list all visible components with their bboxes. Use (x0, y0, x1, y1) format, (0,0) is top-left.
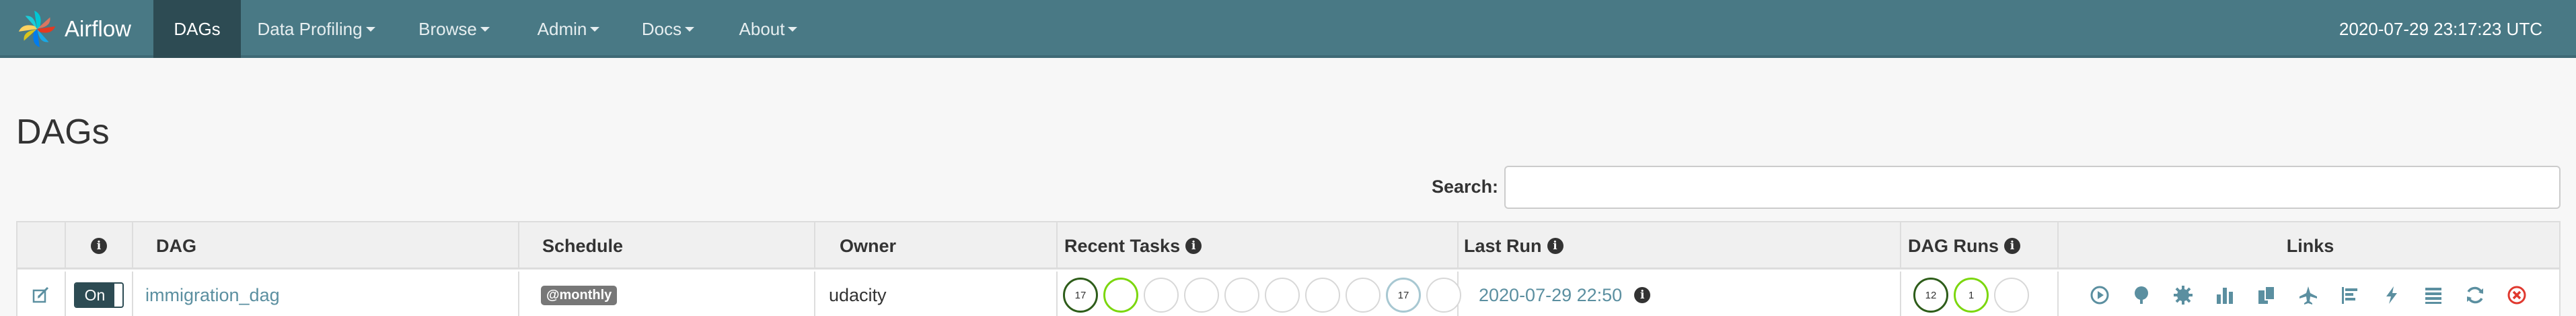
pause-toggle[interactable]: On (73, 282, 124, 308)
state-circle-scheduled[interactable] (1426, 278, 1461, 313)
nav-admin[interactable]: Admin (525, 0, 612, 58)
table-header: i DAG Schedule Owner Recent Tasks i Last… (17, 222, 2559, 270)
recent-tasks-cell: 17 17 (1058, 272, 1461, 316)
header-last-run-label: Last Run (1464, 235, 1542, 256)
caret-down-icon (480, 26, 490, 32)
toggle-cell: On (66, 272, 133, 316)
caret-down-icon (788, 26, 798, 32)
navbar: Airflow DAGs Data Profiling Browse Admin… (0, 0, 2576, 58)
schedule-badge[interactable]: @monthly (541, 285, 618, 305)
header-owner: Owner (815, 222, 1058, 270)
header-last-run: Last Run i (1459, 222, 1901, 270)
header-dag: DAG (133, 222, 519, 270)
dag-link[interactable]: immigration_dag (145, 285, 280, 306)
last-run-link[interactable]: 2020-07-29 22:50 (1479, 285, 1622, 306)
state-circle-running[interactable] (1103, 278, 1138, 313)
brand-text: Airflow (65, 16, 132, 41)
edit-icon[interactable] (32, 286, 50, 305)
header-links: Links (2286, 235, 2334, 256)
nav-dags-label: DAGs (174, 18, 221, 39)
recent-tasks-circles: 17 17 (1063, 278, 1461, 313)
info-icon[interactable]: i (1185, 238, 1202, 254)
state-circle-upstream-failed[interactable] (1184, 278, 1219, 313)
table-row: On immigration_dag @monthly udacity 17 17… (17, 272, 2559, 316)
header-recent-tasks-label: Recent Tasks (1064, 235, 1181, 256)
search-input[interactable] (1504, 166, 2561, 209)
gantt-icon[interactable] (2339, 284, 2361, 307)
code-view-icon[interactable] (2380, 284, 2403, 307)
trigger-dag-icon[interactable] (2088, 284, 2111, 307)
graph-view-icon[interactable] (2172, 284, 2195, 307)
state-circle-skipped[interactable] (1224, 278, 1259, 313)
nav-browse[interactable]: Browse (410, 0, 498, 58)
state-circle-up-for-retry[interactable] (1265, 278, 1300, 313)
header-select (17, 222, 66, 270)
tasks-duration-icon[interactable] (2213, 284, 2236, 307)
dags-table: i DAG Schedule Owner Recent Tasks i Last… (16, 221, 2561, 316)
header-dag-runs-label: DAG Runs (1908, 235, 1999, 256)
info-icon: i (91, 238, 107, 254)
caret-down-icon (365, 26, 375, 32)
search-label: Search: (1432, 177, 1499, 197)
delete-dag-icon[interactable] (2505, 284, 2528, 307)
links-cell (2059, 272, 2559, 316)
toggle-on-label: On (75, 284, 115, 307)
state-circle-running[interactable]: 1 (1954, 278, 1989, 313)
tree-view-icon[interactable] (2130, 284, 2153, 307)
owner-cell: udacity (815, 272, 1058, 316)
landing-times-icon[interactable] (2297, 284, 2320, 307)
nav-docs-label: Docs (641, 18, 682, 39)
dag-runs-circles: 12 1 (1913, 278, 2029, 313)
brand-link[interactable]: Airflow (16, 0, 131, 58)
airflow-logo-icon (18, 10, 56, 48)
header-recent-tasks: Recent Tasks i (1058, 222, 1459, 270)
nav-data-profiling[interactable]: Data Profiling (246, 0, 386, 58)
state-circle-failed[interactable] (1144, 278, 1179, 313)
nav-about[interactable]: About (728, 0, 809, 58)
state-circle-success[interactable]: 12 (1913, 278, 1948, 313)
info-icon[interactable]: i (1547, 238, 1563, 254)
schedule-cell: @monthly (519, 272, 815, 316)
nav-about-label: About (739, 18, 785, 39)
nav-admin-label: Admin (537, 18, 587, 39)
nav-docs[interactable]: Docs (631, 0, 705, 58)
info-icon[interactable]: i (1634, 287, 1651, 303)
utc-clock: 2020-07-29 23:17:23 UTC (2339, 18, 2542, 39)
state-circle-queued[interactable] (1346, 278, 1381, 313)
state-circle-success[interactable]: 17 (1063, 278, 1098, 313)
info-icon[interactable]: i (2004, 238, 2020, 254)
last-run-cell: 2020-07-29 22:50 i (1459, 272, 1901, 316)
header-schedule: Schedule (519, 222, 815, 270)
nav-dags[interactable]: DAGs (153, 0, 241, 58)
state-circle-up-for-reschedule[interactable] (1305, 278, 1340, 313)
dag-cell: immigration_dag (133, 272, 519, 316)
header-dag-runs: DAG Runs i (1901, 222, 2059, 270)
task-tries-icon[interactable] (2255, 284, 2278, 307)
page-title: DAGs (16, 113, 110, 152)
caret-down-icon (685, 26, 695, 32)
caret-down-icon (590, 26, 600, 32)
state-circle-none[interactable]: 17 (1386, 278, 1421, 313)
edit-cell (17, 272, 66, 316)
dag-runs-cell: 12 1 (1901, 272, 2059, 316)
links-group (2088, 284, 2528, 307)
state-circle-failed[interactable] (1994, 278, 2029, 313)
refresh-icon[interactable] (2464, 284, 2487, 307)
logs-icon[interactable] (2422, 284, 2445, 307)
nav-browse-label: Browse (418, 18, 477, 39)
nav-data-profiling-label: Data Profiling (257, 18, 363, 39)
toggle-off-part (114, 284, 122, 307)
header-info: i (66, 222, 133, 270)
owner-text: udacity (829, 284, 887, 305)
